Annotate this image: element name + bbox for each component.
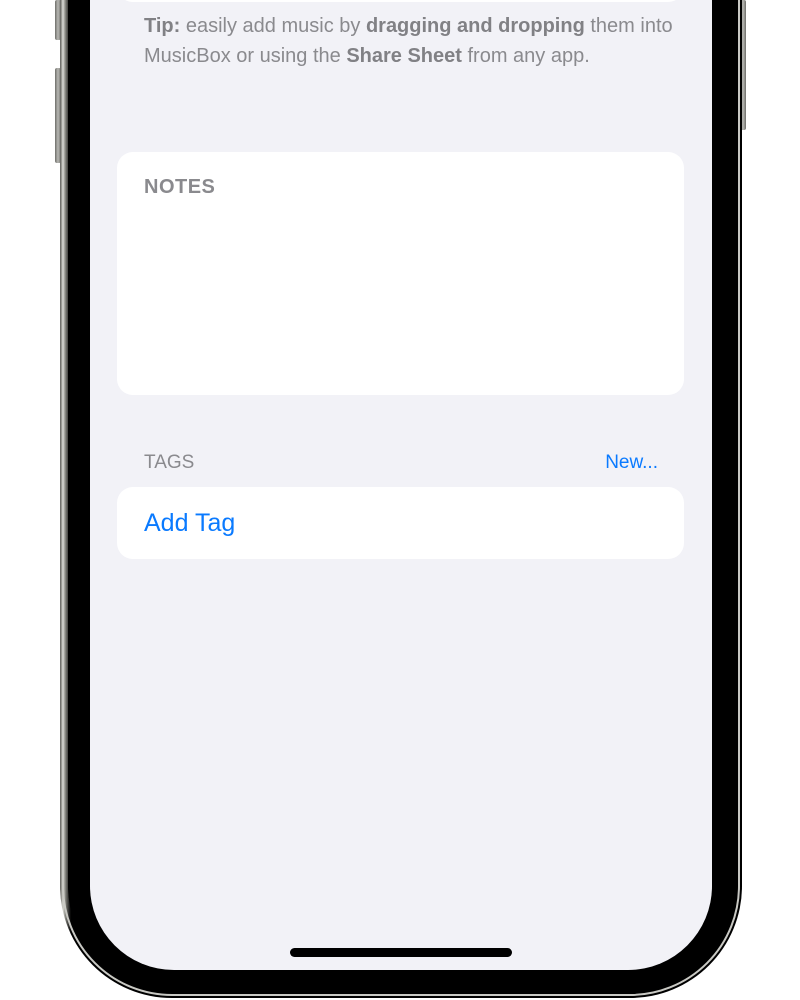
top-card	[117, 0, 684, 2]
notes-card[interactable]: NOTES	[117, 152, 684, 395]
tip-bold-part: dragging and dropping	[365, 15, 585, 37]
notes-label: NOTES	[144, 176, 216, 198]
tags-section-header: TAGS	[144, 452, 195, 473]
tip-bold-part: Share Sheet	[346, 45, 462, 67]
add-tag-button[interactable]: Add Tag	[144, 509, 235, 538]
tip-text-part: from any app.	[461, 45, 590, 67]
tip-text: Tip: easily add music by dragging and dr…	[144, 11, 674, 71]
new-tag-button[interactable]: New...	[605, 452, 658, 474]
home-indicator[interactable]	[290, 948, 512, 957]
screen: Tip: easily add music by dragging and dr…	[90, 0, 712, 970]
tip-text-part: easily add music by	[180, 15, 366, 37]
tip-label: Tip:	[144, 15, 181, 37]
add-tag-card[interactable]: Add Tag	[117, 487, 684, 559]
